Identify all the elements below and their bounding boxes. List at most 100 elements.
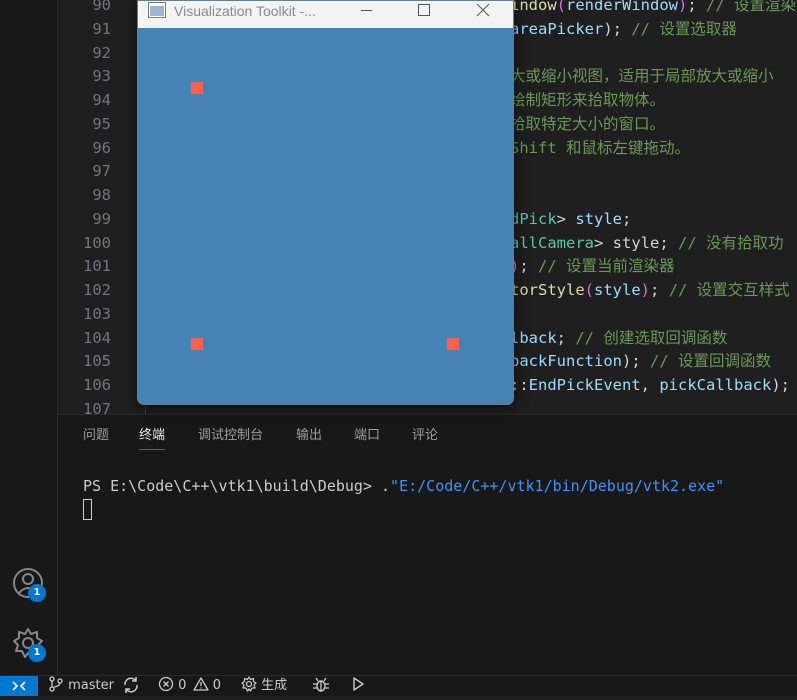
play-icon [353, 677, 364, 691]
line-number: 99 [92, 209, 111, 228]
code-token: ( [584, 281, 594, 299]
code-token: areaPicker [510, 19, 604, 38]
line-number: 96 [92, 138, 111, 157]
tab-problems[interactable]: 问题 [83, 425, 109, 449]
line-number: 103 [83, 304, 111, 323]
debug-button[interactable] [312, 676, 330, 696]
code-text: Shift 和鼠标左键拖动。 [510, 136, 690, 160]
terminal-command-prefix: . [381, 477, 391, 495]
code-token: style [575, 209, 623, 228]
close-icon [476, 3, 490, 17]
code-token: // 设置渲染 [706, 0, 797, 14]
vtk-point[interactable] [447, 338, 459, 350]
minimize-icon [361, 10, 372, 11]
gear-icon [241, 676, 257, 699]
code-token: // 创建选取回调函数 [575, 328, 728, 347]
code-token: ; [622, 209, 632, 228]
maximize-icon [418, 4, 430, 16]
code-token: lback [510, 328, 557, 347]
code-token: ; [650, 281, 669, 299]
code-token: ); [603, 19, 632, 38]
code-token: ) [678, 0, 688, 14]
line-number: 101 [83, 257, 111, 276]
activity-bar: 1 1 [0, 0, 58, 675]
code-token: ; [519, 257, 539, 276]
code-token: allCamera [510, 233, 594, 252]
vtk-window-title: Visualization Toolkit -... [174, 3, 316, 19]
code-text: backFunction); // 设置回调函数 [510, 349, 771, 373]
terminal-output[interactable]: PS E:\Code\C++\vtk1\build\Debug> ."E:/Co… [83, 477, 724, 495]
tab-ports[interactable]: 端口 [354, 425, 380, 449]
close-button[interactable] [463, 1, 503, 21]
remote-indicator[interactable] [0, 676, 38, 696]
code-token: indow [510, 0, 557, 14]
vtk-point[interactable] [191, 338, 203, 350]
code-token: ) [640, 281, 651, 299]
maximize-button[interactable] [404, 1, 444, 21]
line-number: 94 [92, 91, 111, 109]
line-number: 107 [83, 399, 111, 414]
tab-debug-console[interactable]: 调试控制台 [198, 425, 263, 449]
line-number: 93 [92, 67, 111, 86]
error-count: 0 [178, 678, 187, 693]
code-token: style [594, 281, 641, 299]
code-token: dPick [510, 209, 557, 228]
branch-status[interactable]: master [48, 676, 114, 696]
bug-icon [313, 677, 329, 692]
run-button[interactable] [350, 676, 366, 696]
sync-button[interactable] [122, 676, 140, 696]
vtk-app-icon [148, 2, 166, 22]
bottom-panel: 问题 终端 调试控制台 输出 端口 评论 PS E:\Code\C++\vtk1… [58, 414, 797, 676]
code-text: ); // 设置当前渲染器 [510, 254, 675, 278]
warning-count: 0 [212, 678, 221, 693]
git-branch-icon [48, 676, 64, 699]
terminal-command-path: "E:/Code/C++/vtk1/bin/Debug/vtk2.exe" [390, 477, 725, 495]
line-number: 92 [92, 43, 111, 62]
code-token: > style; [594, 233, 678, 252]
line-number: 105 [83, 352, 111, 371]
code-token: backFunction [510, 352, 622, 371]
terminal-cursor [83, 499, 92, 520]
line-number: 106 [83, 376, 111, 394]
line-number: 91 [92, 19, 111, 38]
code-token: 绘制矩形来拾取物体。 [510, 91, 666, 109]
remote-icon [12, 681, 26, 691]
line-number: 100 [83, 233, 111, 252]
tab-terminal[interactable]: 终端 [139, 425, 166, 450]
settings-badge: 1 [28, 644, 46, 662]
minimize-button[interactable] [346, 1, 386, 21]
code-token: ; [687, 0, 707, 14]
build-label: 生成 [261, 678, 288, 693]
code-text: areaPicker); // 设置选取器 [510, 17, 737, 41]
code-text: torStyle(style); // 设置交互样式 [510, 278, 790, 302]
code-token: EndPickEvent [528, 376, 641, 394]
line-number: 98 [92, 186, 111, 204]
code-text: ::EndPickEvent, pickCallback); [510, 373, 790, 397]
code-token: ); [771, 376, 790, 394]
tab-output[interactable]: 输出 [296, 425, 322, 449]
code-token: Shift 和鼠标左键拖动。 [510, 138, 690, 157]
vtk-title-bar[interactable]: Visualization Toolkit -... [138, 1, 513, 28]
code-token: > [556, 209, 576, 228]
branch-name: master [68, 678, 114, 693]
build-button[interactable]: 生成 [241, 676, 287, 696]
problems-status[interactable]: 0 0 [158, 676, 221, 696]
line-number: 97 [92, 162, 111, 181]
code-token: // 没有拾取功 [678, 233, 784, 252]
vtk-point[interactable] [191, 82, 203, 94]
sync-icon [124, 677, 138, 693]
code-text: 拾取特定大小的窗口。 [510, 112, 665, 136]
code-token: 拾取特定大小的窗口。 [510, 114, 666, 133]
tab-comments[interactable]: 评论 [412, 425, 438, 449]
warning-icon [192, 676, 209, 699]
code-token: // 设置选取器 [631, 19, 737, 38]
error-icon [158, 676, 174, 699]
code-token: ( [556, 0, 567, 14]
status-bar: master 0 0 生成 [0, 675, 797, 696]
vtk-window[interactable]: Visualization Toolkit -... [137, 0, 514, 405]
code-token: ; [556, 328, 576, 347]
line-number: 95 [92, 114, 111, 133]
accounts-badge: 1 [28, 584, 46, 602]
code-token: renderWindow [566, 0, 678, 14]
code-token: torStyle [510, 281, 585, 299]
